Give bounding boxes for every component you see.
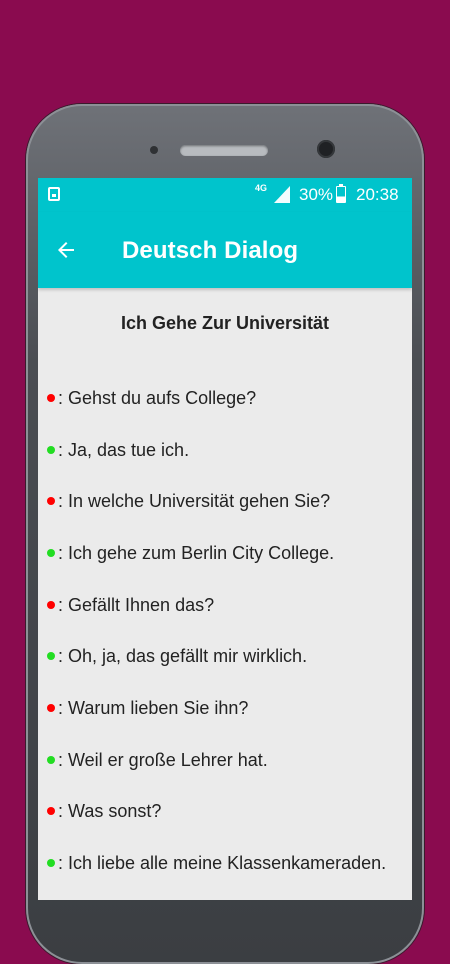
dialog-line-text: : Ja, das tue ich. xyxy=(58,439,190,460)
speaker-b-dot-icon xyxy=(47,859,55,868)
app-toolbar: Deutsch Dialog xyxy=(38,212,412,288)
dialog-line: : Weil er große Lehrer hat. xyxy=(38,734,412,786)
proximity-sensor xyxy=(150,146,158,154)
speaker-a-dot-icon xyxy=(47,703,55,712)
dialog-content: Ich Gehe Zur Universität : Gehst du aufs… xyxy=(38,312,412,889)
network-type-label: 4G xyxy=(255,183,268,193)
dialog-line-text: : Gefällt Ihnen das? xyxy=(58,594,215,615)
speaker-a-dot-icon xyxy=(47,807,55,816)
dialog-line: : Gefällt Ihnen das? xyxy=(38,579,412,631)
dialog-line-text: : Warum lieben Sie ihn? xyxy=(58,697,249,718)
earpiece-speaker xyxy=(180,145,268,156)
battery-charging-icon xyxy=(336,184,346,203)
dialog-line-text: : In welche Universität gehen Sie? xyxy=(58,491,331,512)
dialog-line-text: : Was sonst? xyxy=(58,801,162,822)
dialog-line-text: : Oh, ja, das gefällt mir wirklich. xyxy=(58,646,308,667)
dialog-line: : Ich liebe alle meine Klassenkameraden. xyxy=(38,837,412,889)
app-title: Deutsch Dialog xyxy=(122,237,299,264)
image-notification-icon xyxy=(48,187,60,201)
speaker-b-dot-icon xyxy=(47,652,55,661)
front-camera xyxy=(317,140,335,158)
dialog-line: : Warum lieben Sie ihn? xyxy=(38,682,412,734)
speaker-b-dot-icon xyxy=(47,755,55,764)
dialog-line-text: : Ich gehe zum Berlin City College. xyxy=(58,542,335,563)
dialog-line-text: : Weil er große Lehrer hat. xyxy=(58,749,268,770)
app-screen: 4G 30% 20:38 Deutsch Dialog Ich Gehe Zur… xyxy=(38,178,412,900)
back-arrow-icon[interactable] xyxy=(54,238,78,262)
speaker-a-dot-icon xyxy=(47,393,55,402)
signal-icon xyxy=(274,186,290,203)
speaker-a-dot-icon xyxy=(47,497,55,506)
dialog-line-text: : Ich liebe alle meine Klassenkameraden. xyxy=(58,853,387,874)
dialog-title: Ich Gehe Zur Universität xyxy=(120,313,330,333)
speaker-a-dot-icon xyxy=(47,600,55,609)
dialog-line: : In welche Universität gehen Sie? xyxy=(38,475,412,527)
speaker-b-dot-icon xyxy=(47,548,55,557)
dialog-line: : Gehst du aufs College? xyxy=(38,372,412,424)
dialog-line: : Ja, das tue ich. xyxy=(38,424,412,476)
dialog-line-text: : Gehst du aufs College? xyxy=(58,387,257,408)
dialog-lines-list: : Gehst du aufs College? : Ja, das tue ic… xyxy=(38,372,412,889)
status-bar: 4G 30% 20:38 xyxy=(38,178,412,212)
speaker-b-dot-icon xyxy=(47,445,55,454)
clock: 20:38 xyxy=(356,185,399,204)
dialog-line: : Ich gehe zum Berlin City College. xyxy=(38,527,412,579)
dialog-line: : Oh, ja, das gefällt mir wirklich. xyxy=(38,630,412,682)
battery-percent: 30% xyxy=(299,185,334,204)
dialog-line: : Was sonst? xyxy=(38,786,412,838)
